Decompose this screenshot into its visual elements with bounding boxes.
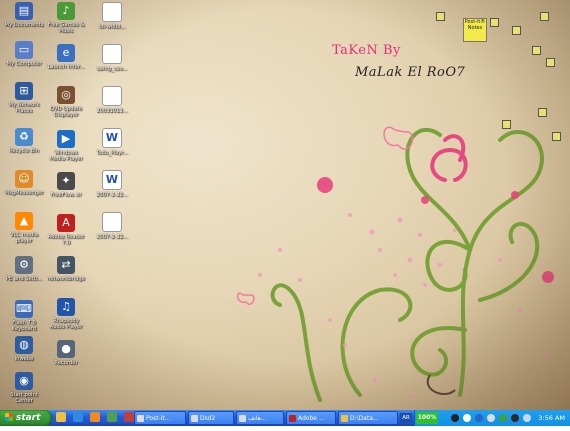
image-file-icon: ▦ xyxy=(102,44,122,64)
desktop-icon-dvd-update[interactable]: ◎ DVD Update Displayer xyxy=(46,86,86,118)
desktop-icon-document[interactable]: ▦ 20031013... xyxy=(92,86,132,114)
windows-logo-icon xyxy=(5,413,13,421)
desktop-icon-windows-media-player[interactable]: ▶ Windows Media Player xyxy=(46,130,86,162)
freeflow-icon: ✦ xyxy=(57,172,75,190)
tray-audio-icon[interactable] xyxy=(511,414,519,422)
watermark-taken-by: TaKeN By xyxy=(332,43,401,58)
taskbar-item-data-folder[interactable]: D:\Data... xyxy=(338,411,398,425)
desktop-icon-flash-keyboard[interactable]: ⌨ Flash 7.0 Keyboard xyxy=(4,300,44,332)
keyboard-icon: ⌨ xyxy=(15,300,33,318)
post-it-text: Post-it® Notes xyxy=(464,19,486,31)
quick-launch-ie-icon[interactable] xyxy=(73,412,84,422)
image-file-icon: ▦ xyxy=(102,2,122,22)
desktop-icon-recorder[interactable]: ● Recorder xyxy=(46,340,86,366)
messenger-icon: ☺ xyxy=(15,170,33,188)
bridge-icon: ⇄ xyxy=(57,256,75,274)
recycle-bin-icon: ♻ xyxy=(15,128,33,146)
small-desktop-icon[interactable] xyxy=(436,12,445,21)
desktop-icon-my-network-places[interactable]: ⊞ My Network Places xyxy=(4,82,44,114)
quick-launch-folder-icon[interactable] xyxy=(56,412,66,422)
small-desktop-icon[interactable] xyxy=(490,18,499,27)
word-document-icon: W xyxy=(102,170,122,190)
word-document-icon: W xyxy=(102,128,122,148)
desktop-icon-adobe-reader[interactable]: A Adobe Reader 7.0 xyxy=(46,214,86,246)
small-desktop-icon[interactable] xyxy=(512,26,521,35)
taskbar-item-postit[interactable]: Post-it... xyxy=(134,411,186,425)
clock[interactable]: 3:56 AM xyxy=(538,410,565,426)
adobe-icon xyxy=(289,415,296,422)
desktop-icon-start-point-center[interactable]: ◉ Start point Center xyxy=(4,372,44,404)
computer-icon: ▭ xyxy=(15,41,33,59)
desktop-icon-word-document[interactable]: W 2007-2-22... xyxy=(92,170,132,198)
small-desktop-icon[interactable] xyxy=(546,58,555,67)
dvd-icon: ◎ xyxy=(57,86,75,104)
quick-launch-desktop-icon[interactable] xyxy=(107,412,118,422)
desktop-icon-rhapsody[interactable]: ♫ Rhapsody Audio Player xyxy=(46,298,86,330)
globe-icon: ◍ xyxy=(15,336,33,354)
desktop[interactable]: ▤ My Documents ▭ My Computer ⊞ My Networ… xyxy=(0,0,570,410)
desktop-icon-vlc[interactable]: ▲ VLC media player xyxy=(4,212,44,244)
folder-icon xyxy=(341,415,348,422)
vlc-cone-icon: ▲ xyxy=(15,212,33,230)
desktop-icon-networkbridge[interactable]: ⇄ networkbridge xyxy=(46,256,86,282)
language-indicator[interactable]: AR xyxy=(400,413,412,423)
app-icon xyxy=(191,415,198,422)
folder-icon: ▤ xyxy=(15,2,33,20)
desktop-icon-document[interactable]: ▦ 2007-2-22... xyxy=(92,212,132,240)
start-label: start xyxy=(16,413,41,423)
quick-launch-media-icon[interactable] xyxy=(124,412,135,422)
task-label: هاتف... xyxy=(248,415,267,422)
desktop-icon-word-document[interactable]: W Todo_Mayr... xyxy=(92,128,132,156)
small-desktop-icon[interactable] xyxy=(538,108,547,117)
desktop-icon-document[interactable]: ▦ lol-wi8bl... xyxy=(92,2,132,30)
desktop-icon-my-documents[interactable]: ▤ My Documents xyxy=(4,2,44,28)
desktop-icon-launch-internet[interactable]: e Launch Inter... xyxy=(46,44,86,70)
games-icon: ♪ xyxy=(57,2,75,20)
taskbar-item-arabic[interactable]: هاتف... xyxy=(236,411,284,425)
app-icon xyxy=(137,415,144,422)
desktop-icon-pe-settings[interactable]: ⚙ PE and Setti... xyxy=(4,256,44,282)
quick-launch-firefox-icon[interactable] xyxy=(90,412,101,422)
tray-clock-icon[interactable] xyxy=(463,414,471,422)
internet-icon: e xyxy=(57,44,75,62)
task-label: Dsd2 xyxy=(200,415,216,422)
recorder-icon: ● xyxy=(57,340,75,358)
audio-player-icon: ♫ xyxy=(57,298,75,316)
start-point-icon: ◉ xyxy=(15,372,33,390)
desktop-icon-freeflow[interactable]: ✦ FreeFlow..er xyxy=(46,172,86,198)
tray-volume-icon[interactable] xyxy=(451,414,459,422)
network-icon: ⊞ xyxy=(15,82,33,100)
image-file-icon: ▦ xyxy=(102,212,122,232)
small-desktop-icon[interactable] xyxy=(532,46,541,55)
tray-security-icon[interactable] xyxy=(499,414,507,422)
small-desktop-icon[interactable] xyxy=(540,12,549,21)
small-desktop-icon[interactable] xyxy=(552,132,561,141)
desktop-icon-my-computer[interactable]: ▭ My Computer xyxy=(4,41,44,67)
small-desktop-icon[interactable] xyxy=(502,120,511,129)
task-label: Post-it... xyxy=(146,415,171,422)
desktop-icon-recycle-bin[interactable]: ♻ Recycle Bin xyxy=(4,128,44,154)
post-it-notes-icon[interactable]: Post-it® Notes xyxy=(463,18,487,42)
tray-display-icon[interactable] xyxy=(523,414,531,422)
desktop-icon-inwebe[interactable]: ◍ Inwebe xyxy=(4,336,44,362)
taskbar: start Post-it... Dsd2 هاتف... Adobe ... … xyxy=(0,410,570,426)
task-label: Adobe ... xyxy=(298,415,325,422)
quick-launch xyxy=(56,412,136,424)
desktop-icon-free-games[interactable]: ♪ Free Games & Music xyxy=(46,2,86,34)
app-icon xyxy=(239,415,246,422)
taskbar-item-adobe[interactable]: Adobe ... xyxy=(286,411,336,425)
desktop-icon-msn-messenger[interactable]: ☺ MsgMessenger xyxy=(4,170,44,196)
start-button[interactable]: start xyxy=(0,410,52,426)
image-file-icon: ▦ xyxy=(102,86,122,106)
battery-indicator[interactable]: 100% xyxy=(416,412,438,424)
tray-app-icon[interactable] xyxy=(487,414,495,422)
pdf-icon: A xyxy=(57,214,75,232)
watermark-author: MaLak El RoO7 xyxy=(355,65,466,80)
tray-network-icon[interactable] xyxy=(475,414,483,422)
desktop-icon-document[interactable]: ▦ uaing_uso... xyxy=(92,44,132,72)
settings-icon: ⚙ xyxy=(15,256,33,274)
taskbar-item-dsd2[interactable]: Dsd2 xyxy=(188,411,234,425)
task-label: D:\Data... xyxy=(350,415,379,422)
media-player-icon: ▶ xyxy=(57,130,75,148)
